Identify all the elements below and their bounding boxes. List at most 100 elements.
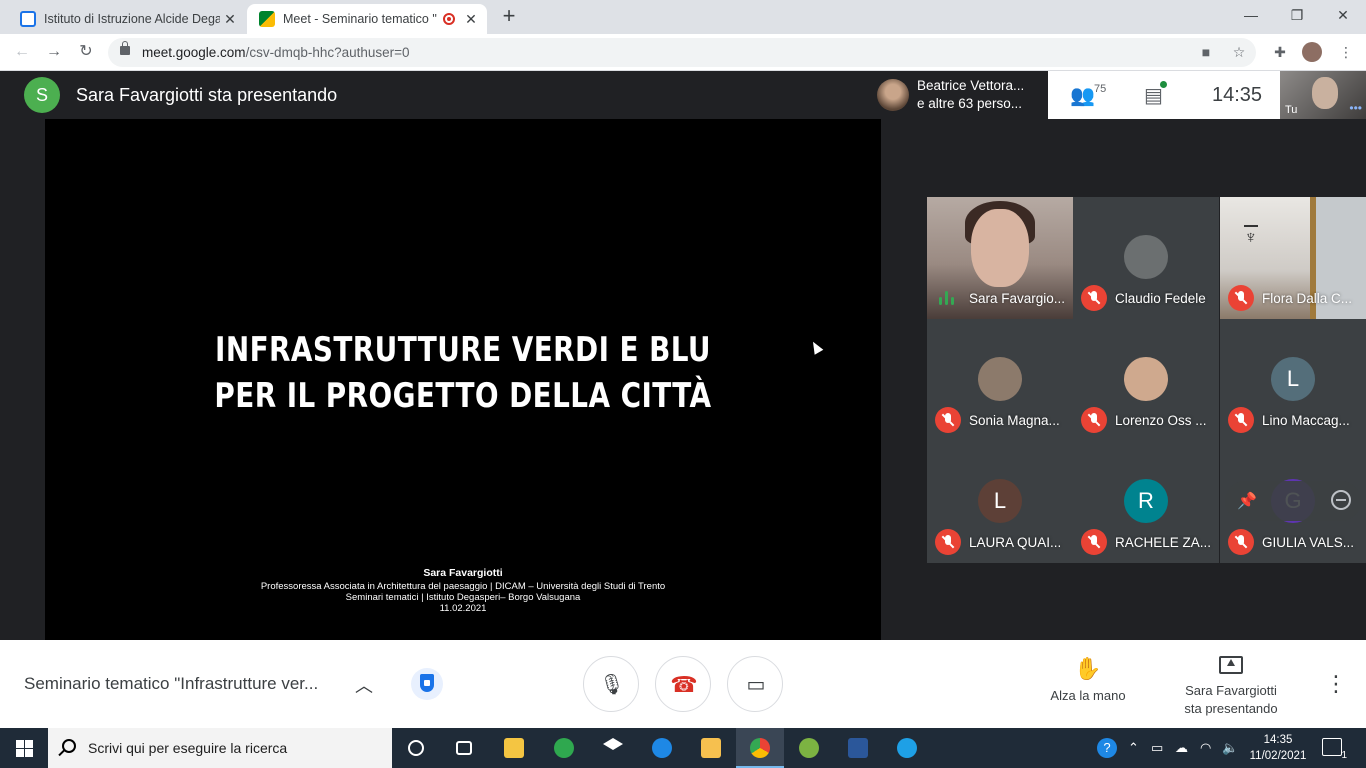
system-clock[interactable]: 14:35 11/02/2021	[1246, 732, 1310, 764]
close-window-button[interactable]: ✕	[1320, 0, 1366, 34]
windows-start-button[interactable]	[0, 728, 48, 768]
participant-tile[interactable]: L LAURA QUAI...	[927, 441, 1073, 563]
tab-calendar[interactable]: Istituto di Istruzione Alcide Dega ✕	[8, 4, 246, 34]
participant-tile[interactable]: L Lino Maccag...	[1220, 319, 1366, 441]
onedrive-icon[interactable]: ☁	[1175, 728, 1188, 768]
participant-avatar: L	[978, 479, 1022, 523]
profile-avatar[interactable]	[1302, 42, 1322, 62]
presenting-label-line2: sta presentando	[1184, 701, 1278, 716]
battery-icon[interactable]: ▭	[1151, 728, 1163, 768]
minimize-button[interactable]: —	[1228, 0, 1274, 34]
task-view-button[interactable]	[440, 728, 488, 768]
more-options-button[interactable]: ⋮	[1324, 672, 1348, 696]
participant-tile[interactable]: Lorenzo Oss ...	[1073, 319, 1219, 441]
cortana-button[interactable]	[392, 728, 440, 768]
participants-preview[interactable]: Beatrice Vettora... e altre 63 perso...	[868, 71, 1048, 119]
tab-title: Meet - Seminario tematico "I	[283, 12, 437, 26]
chat-button[interactable]: ▤	[1144, 81, 1168, 107]
url-host: meet.google.com	[142, 45, 246, 60]
cortana-icon	[408, 740, 424, 756]
taskbar-edge[interactable]	[638, 728, 686, 768]
participant-name: Lino Maccag...	[1262, 413, 1350, 428]
camera-icon[interactable]: ■	[1196, 42, 1216, 62]
mic-muted-icon	[1228, 285, 1254, 311]
taskbar-internet-explorer[interactable]	[883, 728, 931, 768]
reload-button[interactable]: ↻	[74, 40, 98, 64]
recording-indicator-icon	[443, 13, 455, 25]
taskbar-chrome[interactable]	[736, 728, 784, 768]
raise-hand-label: Alza la mano	[1050, 688, 1126, 703]
forward-button[interactable]: →	[42, 40, 66, 64]
presenter-banner-text: Sara Favargiotti sta presentando	[76, 85, 338, 105]
mic-muted-icon	[1081, 285, 1107, 311]
participant-tile[interactable]: Claudio Fedele	[1073, 197, 1219, 319]
self-view-tile[interactable]: Tu •••	[1280, 71, 1366, 119]
lock-icon[interactable]	[120, 41, 130, 55]
meeting-controls-bar: Seminario tematico "Infrastrutture ver..…	[0, 640, 1366, 728]
taskbar-dropbox[interactable]	[589, 728, 637, 768]
folder-icon	[504, 738, 524, 758]
mic-muted-icon	[1081, 407, 1107, 433]
meet-stage: S Sara Favargiotti sta presentando INFRA…	[0, 71, 1366, 640]
participant-tile[interactable]: G 📌 GIULIA VALS...	[1220, 441, 1366, 563]
hand-icon: ✋	[1074, 656, 1102, 681]
presenting-button[interactable]: Sara Favargiotti sta presentando	[1166, 652, 1296, 718]
participant-name: Sonia Magna...	[969, 413, 1060, 428]
back-button[interactable]: ←	[10, 40, 34, 64]
taskbar-app-lime[interactable]	[785, 728, 833, 768]
wifi-icon[interactable]: ◠	[1200, 728, 1211, 768]
meeting-title[interactable]: Seminario tematico "Infrastrutture ver..…	[24, 674, 344, 694]
participant-tile[interactable]: ♆ Flora Dalla C...	[1220, 197, 1366, 319]
restore-button[interactable]: ❐	[1274, 0, 1320, 34]
host-controls-shield-icon[interactable]	[411, 668, 443, 700]
bookmark-star-icon[interactable]: ☆	[1229, 42, 1249, 62]
green-app-icon	[799, 738, 819, 758]
tab-meet[interactable]: Meet - Seminario tematico "I ✕	[247, 4, 487, 34]
slide-author: Sara Favargiotti	[423, 567, 503, 579]
volume-icon[interactable]: 🔈	[1222, 728, 1238, 768]
close-tab-icon[interactable]: ✕	[461, 11, 481, 28]
remove-participant-icon[interactable]	[1331, 490, 1351, 510]
participant-video-lamp: ♆	[1244, 225, 1258, 253]
notification-count: 1	[1341, 750, 1347, 761]
raise-hand-button[interactable]: ✋ Alza la mano	[1040, 656, 1136, 703]
send-app-icon	[554, 738, 574, 758]
search-placeholder: Scrivi qui per eseguire la ricerca	[88, 740, 288, 756]
browser-toolbar: ← → ↻ meet.google.com/csv-dmqb-hhc?authu…	[0, 34, 1366, 71]
pin-icon[interactable]: 📌	[1237, 491, 1257, 511]
action-center-icon[interactable]: 1	[1322, 738, 1347, 761]
taskbar-app-green[interactable]	[540, 728, 588, 768]
more-options-icon[interactable]: •••	[1349, 101, 1362, 115]
participant-tile[interactable]: Sara Favargio...	[927, 197, 1073, 319]
help-icon[interactable]: ?	[1097, 728, 1117, 768]
taskbar-file-explorer[interactable]	[490, 728, 538, 768]
participant-name: Claudio Fedele	[1115, 291, 1206, 306]
mic-muted-icon	[1081, 529, 1107, 555]
microphone-button[interactable]: 🎙	[583, 656, 639, 712]
taskbar-word[interactable]	[834, 728, 882, 768]
participant-name: Sara Favargio...	[969, 291, 1066, 306]
taskbar-search-box[interactable]: Scrivi qui per eseguire la ricerca	[48, 728, 392, 768]
presenter-avatar: S	[24, 77, 60, 113]
participant-tile[interactable]: R RACHELE ZA...	[1073, 441, 1219, 563]
participants-button[interactable]: 👥 75	[1070, 83, 1110, 107]
mic-muted-icon	[1228, 529, 1254, 555]
new-tab-button[interactable]: +	[498, 5, 520, 28]
address-bar[interactable]: meet.google.com/csv-dmqb-hhc?authuser=0 …	[108, 38, 1256, 67]
extensions-icon[interactable]: ✚	[1270, 42, 1290, 62]
show-hidden-icons-icon[interactable]: ⌃	[1128, 728, 1139, 768]
leave-call-button[interactable]: ☎	[655, 656, 711, 712]
close-tab-icon[interactable]: ✕	[220, 11, 240, 28]
participant-tile[interactable]: Sonia Magna...	[927, 319, 1073, 441]
self-video	[1312, 77, 1338, 109]
camera-button[interactable]: ▭	[727, 656, 783, 712]
slide-title-line1: INFRASTRUTTURE VERDI E BLU	[215, 330, 711, 370]
taskbar-mail[interactable]	[687, 728, 735, 768]
edge-icon	[652, 738, 672, 758]
participant-avatar: L	[1271, 357, 1315, 401]
participant-video-face	[971, 209, 1029, 287]
meeting-clock: 14:35	[1212, 84, 1263, 106]
participant-name: LAURA QUAI...	[969, 535, 1062, 550]
chrome-menu-icon[interactable]: ⋮	[1336, 42, 1356, 62]
chevron-up-icon[interactable]: ︿	[352, 672, 376, 696]
